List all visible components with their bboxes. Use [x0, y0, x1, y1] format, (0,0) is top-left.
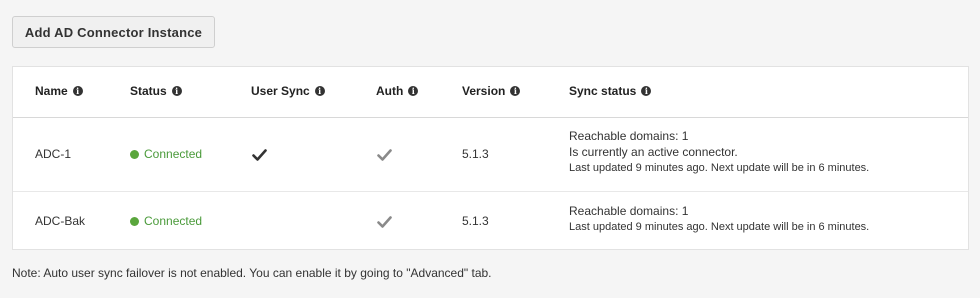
reachable-domains: Reachable domains: 1 [569, 129, 689, 143]
sync-status-info: Reachable domains: 1 Last updated 9 minu… [569, 203, 869, 235]
last-updated-text: Last updated 9 minutes ago. Next update … [569, 221, 870, 233]
status-dot-icon [130, 149, 139, 159]
connectors-table: Name i Status i User Sync i Auth i Versi… [12, 66, 969, 250]
header-sync-status-label: Sync status [569, 84, 637, 98]
status-label: Connected [144, 214, 203, 228]
header-user-sync: User Sync i [251, 84, 325, 98]
version-value: 5.1.3 [462, 147, 489, 161]
status-badge: Connected [130, 214, 202, 228]
header-name: Name i [35, 84, 83, 98]
sync-status-info: Reachable domains: 1 Is currently an act… [569, 128, 869, 176]
reachable-domains: Reachable domains: 1 [569, 204, 689, 218]
status-dot-icon [130, 216, 139, 226]
header-sync-status: Sync status i [569, 84, 652, 98]
failover-note: Note: Auto user sync failover is not ena… [12, 266, 492, 280]
header-version: Version i [462, 84, 521, 98]
header-status-label: Status [130, 84, 167, 98]
table-row: ADC-1 Connected 5.1.3 Reachable domains:… [13, 118, 968, 192]
active-connector-text: Is currently an active connector. [569, 145, 738, 159]
status-badge: Connected [130, 147, 202, 161]
header-status: Status i [130, 84, 182, 98]
checkmark-icon [377, 149, 392, 161]
info-icon[interactable]: i [171, 86, 182, 96]
connector-name: ADC-1 [35, 147, 72, 161]
checkmark-icon [377, 216, 392, 228]
header-name-label: Name [35, 84, 68, 98]
last-updated-text: Last updated 9 minutes ago. Next update … [569, 162, 870, 174]
header-user-sync-label: User Sync [251, 84, 310, 98]
table-header: Name i Status i User Sync i Auth i Versi… [13, 67, 968, 118]
info-icon[interactable]: i [510, 86, 521, 96]
header-auth-label: Auth [376, 84, 404, 98]
info-icon[interactable]: i [641, 86, 652, 96]
header-version-label: Version [462, 84, 506, 98]
info-icon[interactable]: i [408, 86, 419, 96]
header-auth: Auth i [376, 84, 419, 98]
add-ad-connector-button[interactable]: Add AD Connector Instance [12, 16, 215, 48]
info-icon[interactable]: i [72, 86, 83, 96]
info-icon[interactable]: i [314, 86, 325, 96]
checkmark-icon [252, 149, 267, 161]
connector-name: ADC-Bak [35, 214, 86, 228]
version-value: 5.1.3 [462, 214, 489, 228]
table-row: ADC-Bak Connected 5.1.3 Reachable domain… [13, 192, 968, 250]
status-label: Connected [144, 147, 203, 161]
